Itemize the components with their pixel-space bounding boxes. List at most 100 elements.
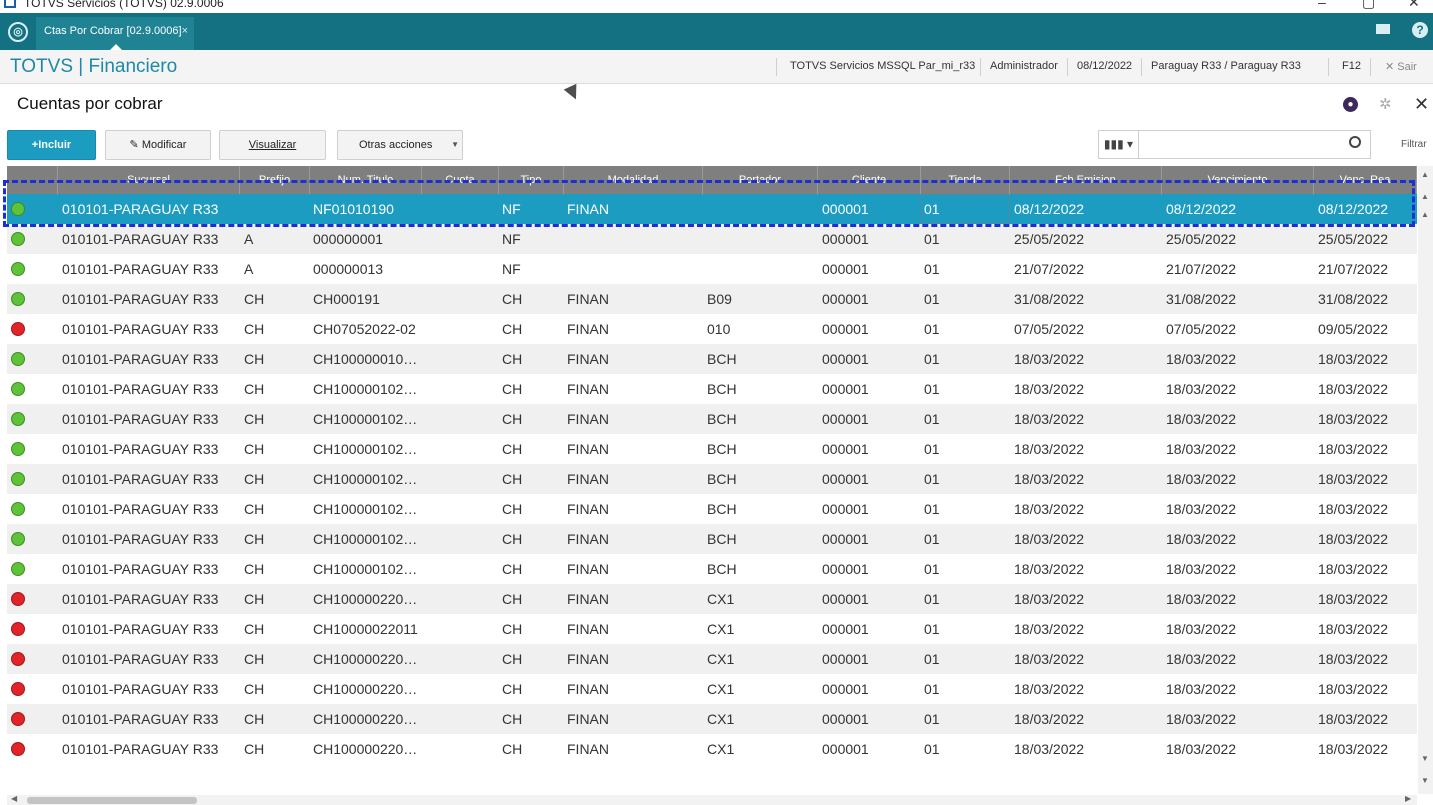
vertical-scrollbar[interactable]: ▲ ▲ ▲ ▼ ▼ xyxy=(1418,166,1433,794)
table-row[interactable]: 010101-PARAGUAY R33 A 000000013 NF 000001 01 2… xyxy=(7,254,1417,284)
table-row[interactable]: 010101-PARAGUAY R33 CH CH100000010… CH FINAN… xyxy=(7,344,1417,374)
table-row[interactable]: 010101-PARAGUAY R33 CH CH10000022011 CH FINA… xyxy=(7,614,1417,644)
cell-emision: 18/03/2022 xyxy=(1014,471,1085,487)
search-icon[interactable] xyxy=(1349,136,1361,148)
cell-emision: 18/03/2022 xyxy=(1014,711,1085,727)
cell-cliente: 000001 xyxy=(822,681,869,697)
cell-portador: B09 xyxy=(707,291,732,307)
column-header-prefijo[interactable]: Prefijo xyxy=(240,166,310,194)
otras-acciones-label: Otras acciones xyxy=(359,139,433,151)
table-row[interactable]: 010101-PARAGUAY R33 CH CH100000102… CH FINAN… xyxy=(7,524,1417,554)
scroll-right-icon[interactable]: ▶ xyxy=(1405,794,1411,803)
filtrar-link[interactable]: Filtrar xyxy=(1401,139,1427,150)
scroll-up-icon[interactable]: ▲ xyxy=(1421,170,1429,179)
column-header-num-titulo[interactable]: Num. Titulo xyxy=(310,166,422,194)
visualizar-button[interactable]: Visualizar xyxy=(219,130,326,160)
column-header-status[interactable] xyxy=(7,166,58,194)
column-header-tipo[interactable]: Tipo xyxy=(499,166,564,194)
cell-venc: 18/03/2022 xyxy=(1166,381,1237,397)
table-row[interactable]: 010101-PARAGUAY R33 CH CH100000220… CH FINAN… xyxy=(7,644,1417,674)
scroll-down-icon[interactable]: ▼ xyxy=(1421,776,1429,785)
tab-close-icon[interactable]: × xyxy=(182,17,188,45)
cell-tipo: CH xyxy=(502,711,523,727)
cell-num: CH100000220… xyxy=(313,711,418,727)
column-header-cliente[interactable]: Cliente xyxy=(818,166,921,194)
cell-prefijo: CH xyxy=(244,381,265,397)
column-header-portador[interactable]: Portador xyxy=(703,166,818,194)
table-row[interactable]: 010101-PARAGUAY R33 CH CH07052022-02 CH FINA… xyxy=(7,314,1417,344)
cell-emision: 18/03/2022 xyxy=(1014,411,1085,427)
status-ok-icon xyxy=(11,562,25,576)
cell-portador: BCH xyxy=(707,381,737,397)
column-header-sucursal[interactable]: Sucursal xyxy=(58,166,240,194)
environment-info[interactable]: TOTVS Servicios MSSQL Par_mi_r33 xyxy=(790,60,975,72)
cell-venc: 18/03/2022 xyxy=(1166,411,1237,427)
maximize-icon[interactable]: ▢ xyxy=(1362,0,1375,11)
cell-sucursal: 010101-PARAGUAY R33 xyxy=(62,291,219,307)
cell-vencrea: 18/03/2022 xyxy=(1318,741,1389,757)
search-input[interactable] xyxy=(1141,133,1341,155)
scroll-up-icon[interactable]: ▲ xyxy=(1421,210,1429,219)
table-row[interactable]: 010101-PARAGUAY R33 CH CH100000102… CH FINAN… xyxy=(7,464,1417,494)
table-row[interactable]: 010101-PARAGUAY R33 CH CH100000102… CH FINAN… xyxy=(7,404,1417,434)
cell-cliente: 000001 xyxy=(822,741,869,757)
tab-ctas-por-cobrar[interactable]: Ctas Por Cobrar [02.9.0006] × xyxy=(36,17,194,50)
logout-button[interactable]: ✕ Sair xyxy=(1385,60,1417,73)
divider xyxy=(1328,58,1329,76)
user-info[interactable]: Administrador xyxy=(990,60,1058,72)
column-header-fch-emision[interactable]: Fch Emision xyxy=(1010,166,1162,194)
f12-shortcut[interactable]: F12 xyxy=(1342,60,1361,72)
column-header-tienda[interactable]: Tienda xyxy=(921,166,1010,194)
horizontal-scrollbar[interactable]: ◀ ▶ xyxy=(7,794,1417,805)
company-info[interactable]: Paraguay R33 / Paraguay R33 xyxy=(1151,60,1301,72)
cell-num: CH100000010… xyxy=(313,351,418,367)
table-row[interactable]: 010101-PARAGUAY R33 CH CH100000220… CH FINAN… xyxy=(7,584,1417,614)
table-row[interactable]: 010101-PARAGUAY R33 CH CH100000220… CH FINAN… xyxy=(7,674,1417,704)
minimize-icon[interactable]: – xyxy=(1318,0,1326,10)
cell-emision: 18/03/2022 xyxy=(1014,501,1085,517)
column-header-modalidad[interactable]: Modalidad xyxy=(564,166,703,194)
table-row[interactable]: 010101-PARAGUAY R33 CH CH100000102… CH FINAN… xyxy=(7,374,1417,404)
modificar-button[interactable]: ✎ Modificar xyxy=(105,130,211,160)
table-row[interactable]: 010101-PARAGUAY R33 CH CH100000102… CH FINAN… xyxy=(7,554,1417,584)
table-row[interactable]: 010101-PARAGUAY R33 CH CH000191 CH FINAN B09 0… xyxy=(7,284,1417,314)
cell-emision: 18/03/2022 xyxy=(1014,741,1085,757)
cell-tipo: CH xyxy=(502,441,523,457)
column-header-cuota[interactable]: Cuota xyxy=(422,166,499,194)
scroll-thumb[interactable] xyxy=(27,797,197,804)
cell-prefijo: CH xyxy=(244,471,265,487)
cell-num: CH100000220… xyxy=(313,591,418,607)
table-row[interactable]: 010101-PARAGUAY R33 CH CH100000102… CH FINAN… xyxy=(7,434,1417,464)
logout-label: Sair xyxy=(1397,61,1417,73)
totvs-logo-icon[interactable]: ◎ xyxy=(8,22,28,42)
table-row[interactable]: 010101-PARAGUAY R33 A 000000001 NF 000001 01 2… xyxy=(7,224,1417,254)
column-header-vencimiento[interactable]: Vencimiento xyxy=(1162,166,1314,194)
table-row[interactable]: 010101-PARAGUAY R33 CH CH100000220… CH FINAN… xyxy=(7,734,1417,764)
cell-venc: 18/03/2022 xyxy=(1166,651,1237,667)
gear-icon[interactable]: ✲ xyxy=(1379,95,1392,113)
focused-cell xyxy=(921,194,1010,224)
status-ok-icon xyxy=(11,382,25,396)
otras-acciones-button[interactable]: Otras acciones ▼ xyxy=(337,130,463,160)
date-info[interactable]: 08/12/2022 xyxy=(1077,60,1132,72)
table-row[interactable]: 010101-PARAGUAY R33 NF01010190 NF FINAN 0000… xyxy=(7,194,1417,224)
cell-cliente: 000001 xyxy=(822,561,869,577)
scroll-down-icon[interactable]: ▼ xyxy=(1421,754,1429,763)
close-icon[interactable]: ✕ xyxy=(1414,94,1429,115)
close-window-icon[interactable]: ✕ xyxy=(1408,0,1420,11)
cell-sucursal: 010101-PARAGUAY R33 xyxy=(62,651,219,667)
table-row[interactable]: 010101-PARAGUAY R33 CH CH100000220… CH FINAN… xyxy=(7,704,1417,734)
scroll-up-icon[interactable]: ▲ xyxy=(1421,192,1429,201)
scroll-left-icon[interactable]: ◀ xyxy=(11,794,17,803)
columns-selector-icon[interactable]: ▮▮▮ ▾ xyxy=(1099,131,1139,158)
table-row[interactable]: 010101-PARAGUAY R33 CH CH100000102… CH FINAN… xyxy=(7,494,1417,524)
help-icon[interactable]: ? xyxy=(1412,22,1428,38)
cell-vencrea: 18/03/2022 xyxy=(1318,411,1389,427)
mail-icon[interactable] xyxy=(1376,24,1390,34)
divider xyxy=(1141,58,1142,76)
cell-tienda: 01 xyxy=(924,471,940,487)
user-circle-icon[interactable]: ● xyxy=(1343,97,1358,112)
column-header-venc-rea[interactable]: Venc. Rea xyxy=(1314,166,1417,194)
cell-tipo: CH xyxy=(502,411,523,427)
incluir-button[interactable]: +Incluir xyxy=(7,130,96,160)
